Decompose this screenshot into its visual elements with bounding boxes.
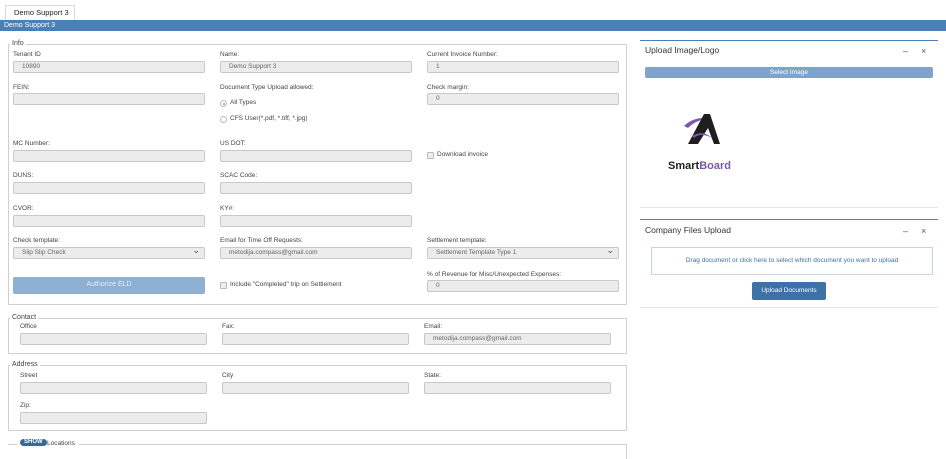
company-files-close-icon[interactable]: ×: [921, 227, 926, 236]
mc-number-field[interactable]: [13, 150, 205, 162]
revenue-pct-field[interactable]: 0: [427, 280, 619, 292]
check-template-label: Check template:: [13, 237, 60, 244]
logo-wordmark: SmartBoard: [668, 160, 731, 172]
locations-divider: [8, 444, 627, 445]
settlement-template-label: Settlement template:: [427, 237, 487, 244]
scac-code-field[interactable]: [220, 182, 412, 194]
doc-type-all-radio[interactable]: [220, 100, 227, 107]
smartboard-logo-mark: [684, 114, 720, 144]
fein-field[interactable]: [13, 93, 205, 105]
fax-field[interactable]: [222, 333, 409, 345]
authorize-eld-button[interactable]: Authorize ELD: [13, 277, 205, 294]
info-fieldset: [8, 44, 627, 305]
office-field[interactable]: [20, 333, 207, 345]
doc-type-all-label: All Types: [230, 99, 257, 106]
ky-label: KY#:: [220, 205, 235, 212]
city-field[interactable]: [222, 382, 409, 394]
doc-type-label: Document Type Upload allowed:: [220, 84, 314, 91]
locations-divider-vertical: [626, 444, 627, 459]
company-files-minimize-icon[interactable]: –: [903, 227, 908, 236]
zip-field[interactable]: [20, 412, 207, 424]
address-legend: Address: [10, 360, 40, 369]
company-files-panel-bottom: [640, 307, 938, 308]
check-template-select[interactable]: Slip Slip Check: [13, 247, 205, 259]
logo-wordmark-board: Board: [699, 160, 731, 172]
current-invoice-field[interactable]: 1: [427, 61, 619, 73]
city-label: City: [222, 372, 234, 379]
settlement-template-select[interactable]: Settlement Template Type 1: [427, 247, 619, 259]
name-field[interactable]: Demo Support 3: [220, 61, 412, 73]
tenant-id-field: 10890: [13, 61, 205, 73]
download-invoice-label: Download invoice: [437, 151, 488, 158]
email-time-off-field[interactable]: metodija.compass@gmail.com: [220, 247, 412, 259]
locations-label: Locations: [47, 440, 75, 447]
upload-logo-panel-border: [640, 40, 938, 41]
locations-show-button[interactable]: SHOW: [20, 439, 47, 446]
contact-legend: Contact: [10, 313, 39, 322]
revenue-pct-label: % of Revenue for Misc/Unexpected Expense…: [427, 271, 562, 278]
include-completed-label: Include "Completed" trip on Settlement: [230, 281, 342, 288]
zip-label: Zip:: [20, 402, 31, 409]
cvor-label: CVOR:: [13, 205, 34, 212]
upload-logo-title: Upload Image/Logo: [645, 45, 720, 55]
scac-code-label: SCAC Code:: [220, 172, 258, 179]
download-invoice-checkbox[interactable]: [427, 152, 434, 159]
upload-documents-button[interactable]: Upload Documents: [752, 282, 826, 300]
upload-logo-close-icon[interactable]: ×: [921, 47, 926, 56]
contact-email-field[interactable]: metodija.compass@gmail.com: [424, 333, 611, 345]
street-field[interactable]: [20, 382, 207, 394]
us-dot-label: US DOT:: [220, 140, 246, 147]
upload-logo-panel-bottom: [640, 207, 938, 208]
doc-type-cfs-radio[interactable]: [220, 116, 227, 123]
select-image-button[interactable]: Select Image: [645, 67, 933, 78]
mc-number-label: MC Number:: [13, 140, 50, 147]
email-time-off-label: Email for Time Off Requests:: [220, 237, 303, 244]
cvor-field[interactable]: [13, 215, 205, 227]
include-completed-checkbox[interactable]: [220, 282, 227, 289]
name-label: Name:: [220, 51, 240, 58]
company-logo: SmartBoard: [664, 112, 754, 174]
duns-label: DUNS:: [13, 172, 34, 179]
us-dot-field[interactable]: [220, 150, 412, 162]
company-files-panel-border: [640, 219, 938, 220]
office-label: Office: [20, 323, 37, 330]
state-field[interactable]: [424, 382, 611, 394]
contact-email-label: Email:: [424, 323, 443, 330]
doc-type-cfs-label: CFS User(*.pdf, *.tiff, *.jpg): [230, 115, 308, 122]
upload-logo-minimize-icon[interactable]: –: [903, 47, 908, 56]
current-invoice-label: Current Invoice Number:: [427, 51, 498, 58]
check-margin-field[interactable]: 0: [427, 93, 619, 105]
state-label: State:: [424, 372, 441, 379]
window-title-bar: Demo Support 3: [0, 20, 946, 31]
check-margin-label: Check margin:: [427, 84, 469, 91]
duns-field[interactable]: [13, 182, 205, 194]
ky-field[interactable]: [220, 215, 412, 227]
info-legend: Info: [10, 39, 26, 48]
street-label: Street: [20, 372, 38, 379]
tab-demo-support[interactable]: Demo Support 3: [5, 5, 75, 20]
fax-label: Fax:: [222, 323, 235, 330]
tenant-id-label: Tenant ID: [13, 51, 41, 58]
fein-label: FEIN:: [13, 84, 30, 91]
document-dropzone[interactable]: Drag document or click here to select wh…: [651, 247, 933, 275]
logo-wordmark-smart: Smart: [668, 160, 700, 172]
company-files-title: Company Files Upload: [645, 225, 731, 235]
